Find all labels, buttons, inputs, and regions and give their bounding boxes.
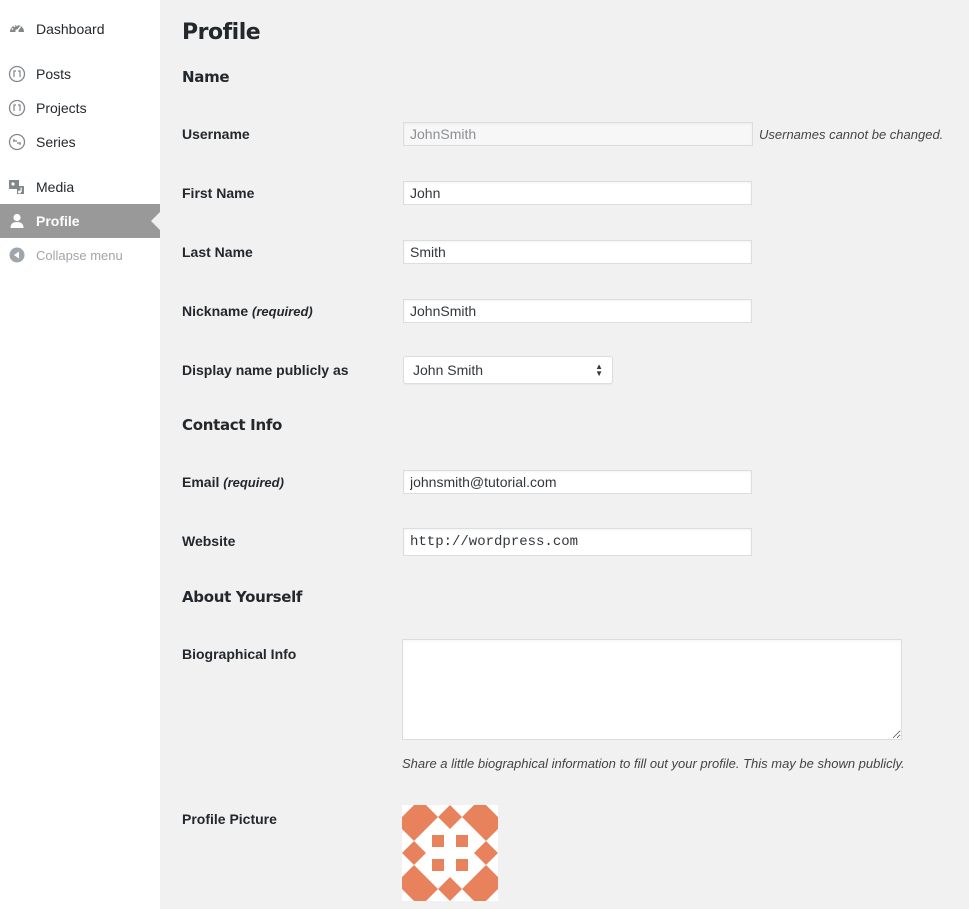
display-name-select[interactable]: John Smith ▲ ▼ [403,356,613,384]
section-title-about: About Yourself [182,588,303,606]
bio-textarea[interactable] [402,639,902,740]
username-note: Usernames cannot be changed. [759,127,944,142]
sidebar-item-projects[interactable]: Projects [0,91,160,125]
sidebar-item-series[interactable]: Series [0,125,160,159]
username-label: Username [182,126,250,142]
collapse-menu-label: Collapse menu [36,247,123,263]
website-field[interactable] [403,528,752,556]
sidebar-item-label: Profile [36,213,80,229]
display-name-label: Display name publicly as [182,362,349,378]
email-field[interactable] [403,470,752,494]
sidebar-item-label: Projects [36,100,87,116]
nickname-label-text: Nickname [182,303,249,319]
required-marker: (required) [223,475,284,490]
identicon-avatar [402,805,498,901]
website-label: Website [182,533,236,549]
section-title-name: Name [182,68,230,86]
bio-label: Biographical Info [182,646,297,662]
select-arrows-icon: ▲ ▼ [595,362,603,378]
sidebar-item-label: Dashboard [36,21,105,37]
section-title-contact: Contact Info [182,416,283,434]
profile-page: Profile Name Username Usernames cannot b… [182,0,969,909]
sidebar-item-label: Series [36,134,76,150]
media-icon [8,178,26,196]
admin-sidebar: Dashboard Posts Projects Series Media Pr… [0,0,160,909]
sidebar-item-label: Posts [36,66,72,82]
page-title: Profile [182,20,261,45]
collapse-menu-button[interactable]: Collapse menu [0,238,160,272]
dashboard-icon [8,20,26,38]
first-name-label: First Name [182,185,255,201]
last-name-label: Last Name [182,244,253,260]
email-label-text: Email [182,474,220,490]
last-name-field[interactable] [403,240,752,264]
series-icon [8,133,26,151]
bio-description: Share a little biographical information … [402,756,905,771]
sidebar-item-profile[interactable]: Profile [0,204,160,238]
first-name-field[interactable] [403,181,752,205]
profile-picture-label: Profile Picture [182,811,277,827]
projects-icon [8,99,26,117]
sidebar-item-media[interactable]: Media [0,170,160,204]
sidebar-item-dashboard[interactable]: Dashboard [0,12,160,46]
sidebar-item-label: Media [36,179,75,195]
collapse-icon [8,246,26,264]
required-marker: (required) [252,304,313,319]
display-name-selected: John Smith [413,362,484,378]
email-label: Email (required) [182,474,284,490]
user-icon [8,212,26,230]
posts-icon [8,65,26,83]
nickname-field[interactable] [403,299,752,323]
username-field [403,122,753,146]
sidebar-item-posts[interactable]: Posts [0,57,160,91]
nickname-label: Nickname (required) [182,303,313,319]
